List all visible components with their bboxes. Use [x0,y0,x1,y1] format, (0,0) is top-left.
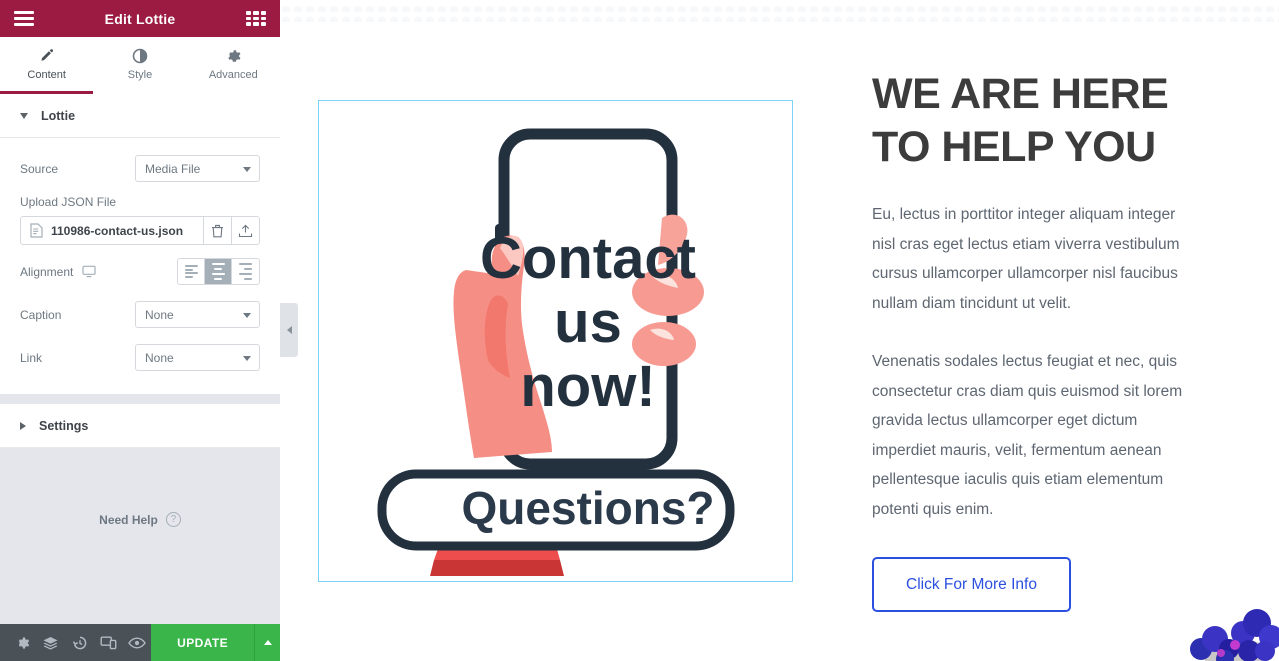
link-label: Link [20,350,43,365]
caption-select[interactable]: None [135,301,260,328]
alignment-label: Alignment [20,264,74,279]
grid-apps-icon[interactable] [246,11,266,26]
panel-header: Edit Lottie [0,0,280,37]
json-file-field[interactable]: 110986-contact-us.json [20,216,260,245]
lottie-animation: Contact us now! Questions? [319,101,792,581]
chevron-down-icon [243,355,251,361]
gear-icon [228,49,241,62]
chevron-down-icon [243,166,251,172]
panel-title: Edit Lottie [104,10,176,27]
upload-json-label: Upload JSON File [20,195,117,209]
lottie-phone-text-1: Contact [480,226,696,291]
tab-content[interactable]: Content [0,37,94,94]
headline-line-1: WE ARE HERE [872,70,1169,118]
source-value: Media File [145,161,201,176]
eye-preview-icon[interactable] [123,624,152,661]
chevron-down-icon [20,112,28,119]
tab-style-label: Style [127,68,153,81]
content-column: WE ARE HERE TO HELP YOU Eu, lectus in po… [872,68,1202,612]
decorative-top-pattern [280,0,1279,22]
section-settings-label: Settings [39,418,89,433]
lottie-widget[interactable]: Contact us now! Questions? [318,100,793,582]
lottie-phone-text-2: us [554,290,622,355]
section-divider [0,394,280,404]
upload-icon [238,224,253,237]
cta-button[interactable]: Click For More Info [872,557,1071,612]
contrast-circle-icon [132,48,148,63]
elementor-editor: Edit Lottie Content Style Advanced Lotti… [0,0,1279,661]
document-icon [30,223,43,238]
link-row: Link None [20,339,260,376]
tab-style[interactable]: Style [93,37,186,94]
history-icon[interactable] [65,624,94,661]
headline-line-2: TO HELP YOU [872,123,1156,171]
lottie-bubble-text: Questions? [461,482,714,534]
caption-value: None [145,307,174,322]
lottie-phone-text-3: now! [520,354,655,419]
section-lottie[interactable]: Lottie [0,94,280,138]
update-options-button[interactable] [254,624,280,661]
alignment-label-wrap: Alignment [20,265,96,279]
panel-body: Lottie Source Media File Upload JSON Fil… [0,94,280,624]
caret-up-icon [263,640,272,645]
preview-canvas: Contact us now! Questions? WE ARE HERE T… [280,0,1279,661]
chevron-down-icon [243,312,251,318]
chevron-left-icon [286,326,292,334]
source-select[interactable]: Media File [135,155,260,182]
upload-file-button[interactable] [231,217,259,244]
page-title: WE ARE HERE TO HELP YOU [872,68,1202,174]
align-center-button[interactable] [205,259,232,284]
align-left-button[interactable] [178,259,205,284]
chevron-right-icon [20,421,26,430]
update-group: UPDATE [151,624,280,661]
source-row: Source Media File [20,150,260,187]
link-select[interactable]: None [135,344,260,371]
tab-content-label: Content [27,68,66,81]
update-button[interactable]: UPDATE [151,624,254,661]
layers-icon[interactable] [37,624,66,661]
panel-footer: UPDATE [0,624,280,661]
pencil-icon [41,48,53,61]
json-file-name: 110986-contact-us.json [51,223,184,238]
json-file-name-wrap: 110986-contact-us.json [21,217,203,244]
need-help-label: Need Help [99,512,158,527]
tab-advanced[interactable]: Advanced [187,37,280,94]
contact-us-illustration: Contact us now! Questions? [377,128,734,576]
monitor-icon [82,265,96,278]
alignment-row: Alignment [20,253,260,290]
paragraph-2: Venenatis sodales lectus feugiat et nec,… [872,353,1183,518]
editor-panel: Edit Lottie Content Style Advanced Lotti… [0,0,280,661]
align-right-button[interactable] [232,259,259,284]
panel-collapse-handle[interactable] [280,303,298,357]
caption-row: Caption None [20,296,260,333]
hamburger-icon[interactable] [14,11,34,26]
settings-gear-icon[interactable] [8,624,37,661]
trash-icon [212,224,223,237]
paragraph-1: Eu, lectus in porttitor integer aliquam … [872,206,1180,312]
section-lottie-label: Lottie [41,108,76,123]
need-help[interactable]: Need Help ? [0,512,280,527]
responsive-icon[interactable] [94,624,123,661]
source-label: Source [20,161,59,176]
section-settings[interactable]: Settings [0,404,280,448]
link-value: None [145,350,174,365]
question-circle-icon: ? [165,512,181,527]
tab-advanced-label: Advanced [208,68,258,81]
panel-tabs: Content Style Advanced [0,37,280,94]
alignment-button-group [177,258,260,285]
lottie-controls: Source Media File Upload JSON File 11098… [0,138,280,394]
caption-label: Caption [20,307,62,322]
delete-file-button[interactable] [203,217,231,244]
